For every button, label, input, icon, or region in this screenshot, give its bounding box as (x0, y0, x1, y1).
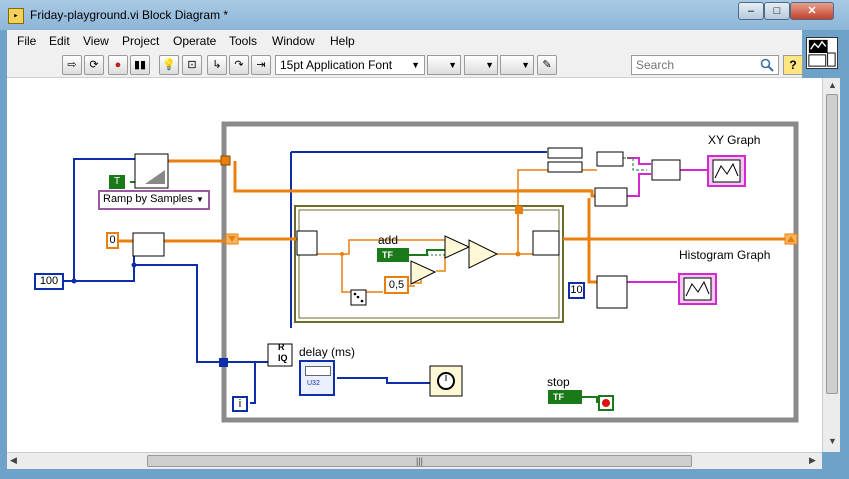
delay-control[interactable]: U32 (299, 360, 335, 396)
chevron-down-icon: ▼ (195, 195, 204, 204)
delay-slider[interactable] (305, 366, 331, 376)
feedback-structure-frame (294, 205, 564, 323)
stop-label: stop (547, 375, 570, 389)
stop-boolean-control[interactable]: TF (548, 390, 582, 404)
histogram-graph-terminal (678, 273, 717, 305)
stop-button-icon (598, 395, 614, 411)
select-node (468, 239, 499, 269)
distribute-icon[interactable]: ▼ (464, 55, 498, 75)
histogram-node (596, 275, 628, 309)
compare-node (410, 260, 437, 285)
font-select[interactable]: 15pt Application Font ▼ (275, 55, 425, 75)
u32-label: U32 (307, 380, 320, 387)
orange-tunnel-in (220, 155, 231, 166)
vertical-scrollbar[interactable]: ▲ ▼ (822, 78, 840, 452)
hundred-constant[interactable]: 100 (34, 273, 64, 290)
feedback-tunnel (515, 206, 523, 214)
run-arrow-icon[interactable]: ⇨ (62, 55, 82, 75)
search-icon[interactable] (760, 58, 774, 72)
true-constant[interactable]: T (109, 175, 125, 189)
dice-icon (350, 289, 367, 306)
abort-icon[interactable]: ● (108, 55, 128, 75)
scroll-up-icon[interactable]: ▲ (828, 80, 837, 90)
horizontal-scroll-thumb[interactable]: ||| (147, 455, 692, 467)
minimize-button[interactable]: – (738, 2, 764, 20)
menu-bar: File Edit View Project Operate Tools Win… (7, 30, 802, 52)
menu-view[interactable]: View (83, 34, 109, 48)
search-box (631, 55, 779, 75)
zero-constant[interactable]: 0 (106, 232, 119, 249)
xy-graph-terminal (707, 155, 746, 187)
chevron-down-icon: ▼ (411, 60, 420, 70)
vertical-scroll-thumb[interactable] (826, 94, 838, 394)
xy-graph-label: XY Graph (708, 133, 761, 147)
add-label: add (378, 233, 399, 247)
menu-window[interactable]: Window (272, 34, 315, 48)
menu-project[interactable]: Project (122, 34, 159, 48)
orange-wires (119, 159, 787, 284)
menu-file[interactable]: File (17, 34, 36, 48)
delay-label: delay (ms) (299, 345, 356, 359)
labview-app-icon: ▸ (8, 8, 24, 24)
title-bar: ▸ Friday-playground.vi Block Diagram * –… (0, 0, 849, 30)
loop-iteration-terminal[interactable]: i (232, 396, 248, 412)
wiring-layer (64, 121, 799, 423)
toolbar: ⇨ ⟳ ● ▮▮ 💡 ⊡ ↳ ↷ ⇥ 15pt Application Font… (7, 52, 803, 78)
initialize-array-node (132, 232, 165, 257)
add-boolean-indicator[interactable]: TF (377, 248, 409, 262)
divide-iq-label: IQ (278, 353, 288, 363)
step-over-icon[interactable]: ↷ (229, 55, 249, 75)
help-button[interactable]: ? (783, 55, 803, 75)
cleanup-icon[interactable]: ✎ (537, 55, 557, 75)
menu-operate[interactable]: Operate (173, 34, 216, 48)
menu-edit[interactable]: Edit (49, 34, 70, 48)
histogram-graph-label: Histogram Graph (679, 248, 771, 262)
retain-wire-values-icon[interactable]: ⊡ (182, 55, 202, 75)
bundle-nodes (547, 147, 681, 207)
reorder-icon[interactable]: ▼ (500, 55, 534, 75)
blue-tunnel (219, 358, 228, 367)
window-title: Friday-playground.vi Block Diagram * (30, 8, 229, 22)
close-button[interactable]: ✕ (790, 2, 834, 20)
pause-icon[interactable]: ▮▮ (130, 55, 150, 75)
step-out-icon[interactable]: ⇥ (251, 55, 271, 75)
search-input[interactable] (636, 57, 746, 73)
align-icon[interactable]: ▼ (427, 55, 461, 75)
divide-r-label: R (278, 342, 285, 352)
ramp-mode-constant[interactable]: Ramp by Samples ▼ (98, 190, 210, 210)
half-constant[interactable]: 0,5 (384, 276, 409, 294)
step-into-icon[interactable]: ↳ (207, 55, 227, 75)
scroll-down-icon[interactable]: ▼ (828, 436, 837, 446)
vi-icon[interactable] (806, 37, 838, 69)
maximize-button[interactable]: □ (764, 2, 790, 20)
menu-tools[interactable]: Tools (229, 34, 257, 48)
run-continuous-icon[interactable]: ⟳ (84, 55, 104, 75)
highlight-execution-icon[interactable]: 💡 (159, 55, 179, 75)
index-array-right (532, 230, 560, 256)
scroll-right-icon[interactable]: ▶ (809, 455, 816, 466)
index-array-left (296, 230, 318, 256)
block-diagram-canvas[interactable]: Ramp by Samples ▼ T 0 100 10 0,5 i XY Gr… (7, 78, 822, 452)
feedback-structure-inner (298, 209, 560, 319)
add-node (444, 235, 471, 259)
font-select-value: 15pt Application Font (280, 58, 393, 72)
ten-constant[interactable]: 10 (568, 282, 585, 299)
menu-help[interactable]: Help (330, 34, 355, 48)
horizontal-scrollbar[interactable]: ◀ ||| ▶ (7, 452, 822, 469)
scroll-left-icon[interactable]: ◀ (10, 455, 17, 466)
